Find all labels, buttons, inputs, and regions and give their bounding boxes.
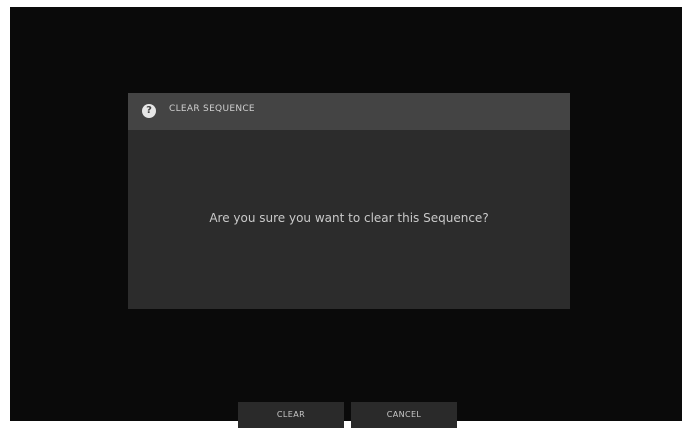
dialog-message: Are you sure you want to clear this Sequ… [209,211,489,225]
dialog-title: CLEAR SEQUENCE [169,104,255,114]
dialog-header: ? CLEAR SEQUENCE [128,93,570,130]
clear-button[interactable]: CLEAR [238,402,344,428]
cancel-button[interactable]: CANCEL [351,402,457,428]
clear-sequence-dialog: ? CLEAR SEQUENCE Are you sure you want t… [128,93,570,309]
device-screen: ? CLEAR SEQUENCE Are you sure you want t… [10,7,682,428]
question-icon: ? [142,104,156,118]
bottom-toolbar [10,397,682,421]
